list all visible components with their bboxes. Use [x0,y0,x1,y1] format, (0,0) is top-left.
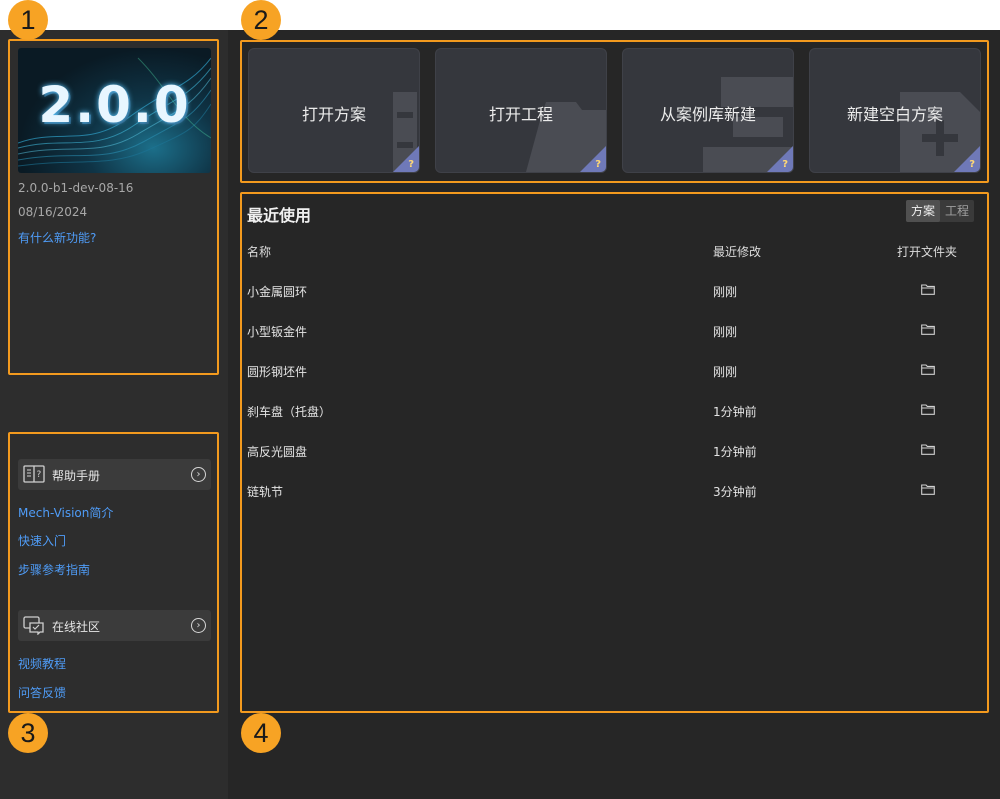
callout-badge-1: 1 [8,0,48,40]
callout-box-2 [240,40,989,183]
callout-box-4 [240,192,989,713]
callout-box-1 [8,39,219,375]
callout-badge-3: 3 [8,713,48,753]
callout-box-3 [8,432,219,713]
callout-badge-4: 4 [241,713,281,753]
callout-badge-2: 2 [241,0,281,40]
